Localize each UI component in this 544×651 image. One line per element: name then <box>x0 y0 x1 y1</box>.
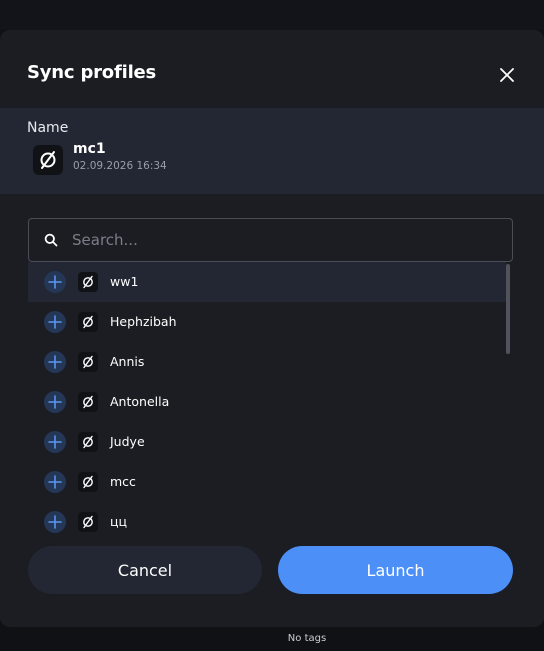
selected-profile-name: mc1 <box>73 141 106 157</box>
selected-profile-panel: Name mc1 02.09.2026 16:34 <box>0 108 544 194</box>
list-item[interactable]: Hephzibah <box>28 302 506 342</box>
list-item[interactable]: Antonella <box>28 382 506 422</box>
name-column-label: Name <box>27 120 69 136</box>
sync-profiles-dialog: Sync profiles Name mc1 02.09.2026 16:34 <box>0 30 544 627</box>
add-profile-button[interactable] <box>44 311 66 333</box>
profile-avatar <box>78 392 98 412</box>
plus-icon <box>48 515 62 529</box>
profile-name: цц <box>110 514 128 529</box>
close-button[interactable] <box>496 64 518 86</box>
add-profile-button[interactable] <box>44 271 66 293</box>
profile-name: Antonella <box>110 394 170 409</box>
profile-avatar <box>78 272 98 292</box>
plus-icon <box>48 395 62 409</box>
empty-set-icon <box>83 435 93 449</box>
list-item[interactable]: ww1 <box>28 262 506 302</box>
profile-name: mcc <box>110 474 136 489</box>
profile-name: ww1 <box>110 274 139 289</box>
add-profile-button[interactable] <box>44 511 66 533</box>
profile-name: Annis <box>110 354 145 369</box>
empty-set-icon <box>40 151 56 169</box>
list-item[interactable]: Annis <box>28 342 506 382</box>
profile-name: Judye <box>110 434 145 449</box>
plus-icon <box>48 275 62 289</box>
close-icon <box>500 68 514 82</box>
profile-name: Hephzibah <box>110 314 177 329</box>
launch-button[interactable]: Launch <box>278 546 513 594</box>
search-field[interactable] <box>28 218 513 262</box>
profile-avatar <box>33 145 63 175</box>
profile-list: ww1 Hephzibah Annis Antonella Judye mcc … <box>28 262 514 536</box>
plus-icon <box>48 435 62 449</box>
backdrop-top <box>0 0 544 30</box>
profile-avatar <box>78 312 98 332</box>
empty-set-icon <box>83 275 93 289</box>
dialog-title: Sync profiles <box>27 62 157 83</box>
search-icon <box>44 233 58 247</box>
add-profile-button[interactable] <box>44 351 66 373</box>
plus-icon <box>48 475 62 489</box>
empty-set-icon <box>83 475 93 489</box>
profile-avatar <box>78 432 98 452</box>
profile-avatar <box>78 512 98 532</box>
profile-avatar <box>78 352 98 372</box>
add-profile-button[interactable] <box>44 391 66 413</box>
selected-profile-date: 02.09.2026 16:34 <box>73 160 167 172</box>
search-input[interactable] <box>70 220 494 260</box>
profile-avatar <box>78 472 98 492</box>
empty-set-icon <box>83 395 93 409</box>
add-profile-button[interactable] <box>44 471 66 493</box>
empty-set-icon <box>83 515 93 529</box>
list-item[interactable]: Judye <box>28 422 506 462</box>
list-item[interactable]: mcc <box>28 462 506 502</box>
cancel-button[interactable]: Cancel <box>28 546 262 594</box>
tags-status: No tags <box>287 633 327 644</box>
plus-icon <box>48 355 62 369</box>
empty-set-icon <box>83 315 93 329</box>
add-profile-button[interactable] <box>44 431 66 453</box>
list-scrollbar[interactable] <box>506 264 510 354</box>
empty-set-icon <box>83 355 93 369</box>
list-item[interactable]: цц <box>28 502 506 536</box>
plus-icon <box>48 315 62 329</box>
